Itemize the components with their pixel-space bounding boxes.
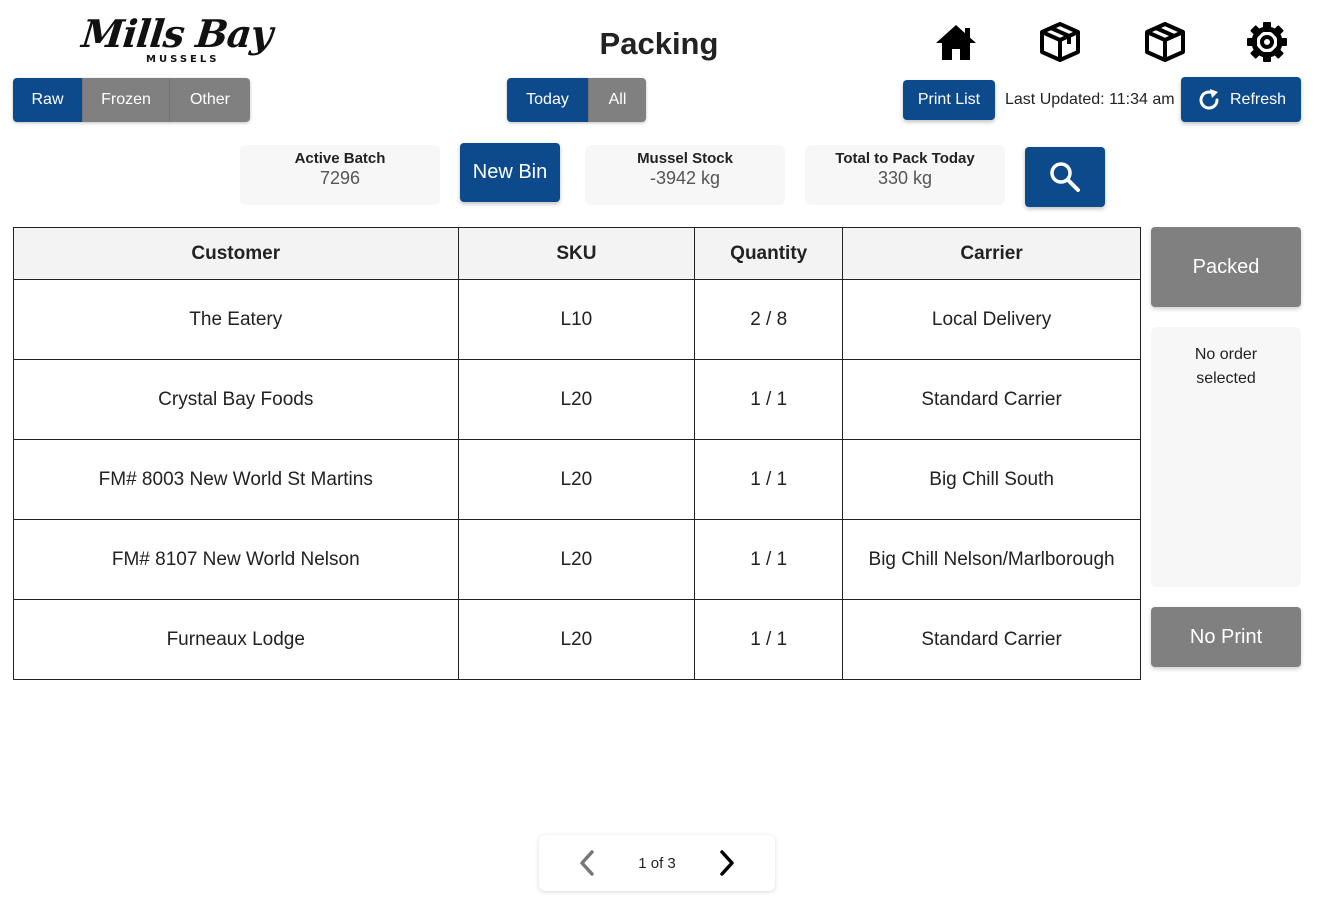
cell-quantity: 2 / 8: [694, 279, 844, 360]
cell-carrier: Big Chill Nelson/Marlborough: [842, 519, 1141, 600]
active-batch-label: Active Batch: [294, 150, 386, 167]
column-header-sku: SKU: [457, 227, 696, 280]
gear-icon: [1247, 22, 1287, 62]
next-page-button[interactable]: [709, 847, 745, 879]
orders-table: Customer SKU Quantity Carrier The Eatery…: [13, 227, 1141, 680]
cell-customer: Crystal Bay Foods: [13, 359, 459, 440]
mussel-stock-label: Mussel Stock: [637, 150, 733, 167]
cell-carrier: Big Chill South: [842, 439, 1141, 520]
logo-subtitle: MUSSELS: [146, 54, 220, 65]
column-header-carrier: Carrier: [842, 227, 1141, 280]
logo: Mills Bay MUSSELS: [79, 11, 286, 70]
cell-customer: The Eatery: [13, 279, 459, 360]
filter-all[interactable]: All: [588, 78, 646, 122]
table-header-row: Customer SKU Quantity Carrier: [13, 227, 1141, 280]
search-button[interactable]: [1025, 147, 1105, 207]
print-list-button[interactable]: Print List: [903, 80, 995, 120]
cell-sku: L20: [457, 519, 696, 600]
cell-sku: L20: [457, 599, 696, 680]
table-row[interactable]: The Eatery L10 2 / 8 Local Delivery: [13, 279, 1141, 360]
cell-customer: FM# 8003 New World St Martins: [13, 439, 459, 520]
open-box-icon: [1040, 22, 1080, 62]
filter-raw[interactable]: Raw: [13, 78, 82, 122]
cell-carrier: Standard Carrier: [842, 599, 1141, 680]
no-order-message: No order selected: [1194, 346, 1258, 387]
last-updated-text: Last Updated: 11:34 am: [1005, 91, 1175, 108]
cell-sku: L20: [457, 439, 696, 520]
period-filter: Today All: [507, 78, 646, 122]
table-row[interactable]: Crystal Bay Foods L20 1 / 1 Standard Car…: [13, 359, 1141, 440]
total-to-pack-card: Total to Pack Today 330 kg: [805, 145, 1005, 205]
refresh-button[interactable]: Refresh: [1181, 77, 1301, 122]
cell-quantity: 1 / 1: [694, 359, 844, 440]
packed-button[interactable]: Packed: [1151, 227, 1301, 307]
chevron-right-icon: [720, 850, 734, 876]
pagination: 1 of 3: [539, 835, 775, 891]
cell-sku: L10: [457, 279, 696, 360]
cell-carrier: Standard Carrier: [842, 359, 1141, 440]
new-bin-button[interactable]: New Bin: [460, 143, 560, 202]
mussel-stock-value: -3942 kg: [649, 168, 721, 188]
table-row[interactable]: FM# 8003 New World St Martins L20 1 / 1 …: [13, 439, 1141, 520]
settings-button[interactable]: [1243, 18, 1291, 66]
search-icon: [1050, 162, 1080, 192]
total-to-pack-label: Total to Pack Today: [835, 150, 975, 167]
cell-carrier: Local Delivery: [842, 279, 1141, 360]
category-filter: Raw Frozen Other: [13, 78, 250, 122]
filter-frozen[interactable]: Frozen: [82, 78, 169, 122]
box-button[interactable]: [1141, 18, 1189, 66]
logo-script: Mills Bay: [79, 11, 275, 56]
last-updated: Last Updated: 11:34 am: [1005, 91, 1175, 109]
cell-sku: L20: [457, 359, 696, 440]
home-icon: [936, 25, 976, 60]
order-detail-panel: No order selected: [1151, 327, 1301, 587]
open-box-button[interactable]: [1036, 18, 1084, 66]
column-header-quantity: Quantity: [694, 227, 844, 280]
active-batch-value: 7296: [319, 168, 361, 188]
box-icon: [1145, 22, 1185, 62]
no-print-button[interactable]: No Print: [1151, 607, 1301, 667]
cell-quantity: 1 / 1: [694, 439, 844, 520]
cell-quantity: 1 / 1: [694, 519, 844, 600]
cell-customer: FM# 8107 New World Nelson: [13, 519, 459, 600]
table-row[interactable]: FM# 8107 New World Nelson L20 1 / 1 Big …: [13, 519, 1141, 600]
total-to-pack-value: 330 kg: [877, 168, 933, 188]
filter-other[interactable]: Other: [169, 78, 250, 122]
filter-today[interactable]: Today: [507, 78, 588, 122]
cell-quantity: 1 / 1: [694, 599, 844, 680]
cell-customer: Furneaux Lodge: [13, 599, 459, 680]
mussel-stock-card: Mussel Stock -3942 kg: [585, 145, 785, 205]
table-row[interactable]: Furneaux Lodge L20 1 / 1 Standard Carrie…: [13, 599, 1141, 680]
refresh-icon: [1199, 88, 1219, 109]
active-batch-card: Active Batch 7296: [240, 145, 440, 205]
column-header-customer: Customer: [13, 227, 459, 280]
home-button[interactable]: [932, 18, 980, 66]
refresh-label: Refresh: [1229, 90, 1287, 108]
